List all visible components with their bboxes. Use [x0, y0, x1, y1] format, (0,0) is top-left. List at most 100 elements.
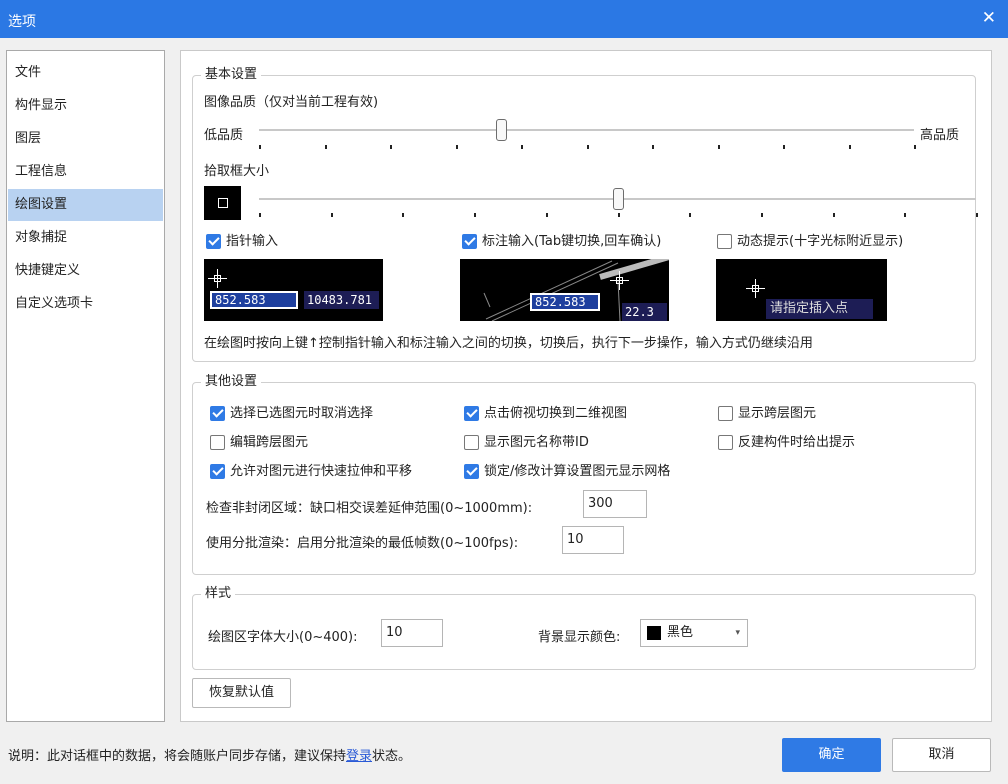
basic-settings-title: 基本设置: [201, 66, 262, 84]
checkbox-box[interactable]: [210, 464, 225, 479]
checkbox-box[interactable]: [464, 435, 479, 450]
nav-item-layer[interactable]: 图层: [8, 123, 163, 155]
checkbox-box[interactable]: [717, 234, 732, 249]
ok-button[interactable]: 确定: [782, 738, 881, 772]
pointer-input-preview: 852.583 10483.781: [204, 259, 383, 321]
bg-color-select[interactable]: 黑色 ▾: [640, 619, 748, 647]
checkbox-box[interactable]: [464, 464, 479, 479]
color-swatch: [647, 626, 661, 640]
bg-color-value: 黑色: [667, 625, 694, 640]
slider-tick: [976, 213, 978, 217]
checkbox-label: 反建构件时给出提示: [738, 435, 856, 450]
chevron-down-icon: ▾: [735, 628, 740, 638]
title-bar: 选项 ✕: [0, 0, 1008, 38]
checkbox-label: 编辑跨层图元: [230, 435, 309, 450]
crosshair-icon: [208, 269, 227, 288]
slider-tick: [848, 145, 851, 149]
other-settings-title: 其他设置: [201, 373, 262, 391]
checkbox-box[interactable]: [210, 435, 225, 450]
gap-range-label: 检查非封闭区域：缺口相交误差延伸范围(0~1000mm):: [206, 501, 533, 516]
slider-tick: [760, 213, 763, 217]
checkbox-label: 锁定/修改计算设置图元显示网格: [484, 464, 671, 479]
footer-note-text: 说明：此对话框中的数据，将会随账户同步存储，建议保持: [8, 749, 347, 764]
slider-tick: [324, 145, 327, 149]
slider-tick: [717, 145, 720, 149]
dim-input-preview: 852.583 22.3: [460, 259, 669, 321]
dynamic-tip-preview: 请指定插入点: [716, 259, 887, 321]
footer-note: 说明：此对话框中的数据，将会随账户同步存储，建议保持登录状态。: [8, 745, 411, 764]
pick-box-thumb[interactable]: [612, 188, 624, 210]
image-quality-track[interactable]: [259, 129, 914, 131]
login-link[interactable]: 登录: [346, 749, 372, 764]
crosshair-icon: [746, 279, 765, 298]
cancel-button[interactable]: 取消: [892, 738, 991, 772]
slider-tick: [689, 213, 692, 217]
options-nav: 文件 构件显示 图层 工程信息 绘图设置 对象捕捉 快捷键定义 自定义选项卡: [6, 50, 165, 722]
image-quality-label: 图像品质（仅对当前工程有效): [204, 95, 379, 110]
footer-note-end: 状态。: [372, 749, 412, 764]
pointer-value-y: 10483.781: [304, 291, 379, 309]
slider-tick: [474, 213, 477, 217]
pointer-value-x: 852.583: [210, 291, 298, 309]
nav-item-snap[interactable]: 对象捕捉: [8, 222, 163, 254]
close-icon[interactable]: ✕: [982, 9, 996, 27]
nav-item-drawing[interactable]: 绘图设置: [8, 189, 163, 221]
dim-value-angle: 22.3: [622, 303, 667, 321]
slider-tick: [545, 213, 548, 217]
settings-panel: 基本设置 图像品质（仅对当前工程有效) 低品质 高品质 拾取框大小 指针输入 标…: [180, 50, 992, 722]
slider-tick: [259, 213, 261, 217]
checkbox-box[interactable]: [462, 234, 477, 249]
slider-tick: [586, 145, 589, 149]
batch-render-input[interactable]: 10: [562, 526, 624, 554]
checkbox-box[interactable]: [718, 406, 733, 421]
checkbox-box[interactable]: [718, 435, 733, 450]
input-switch-hint: 在绘图时按向上键↑控制指针输入和标注输入之间的切换，切换后，执行下一步操作，输入…: [204, 336, 813, 351]
gap-range-input[interactable]: 300: [583, 490, 647, 518]
style-group: 样式 绘图区字体大小(0~400): 10 背景显示颜色: 黑色 ▾: [192, 585, 976, 670]
nav-item-file[interactable]: 文件: [8, 57, 163, 89]
slider-tick: [783, 145, 785, 149]
dim-value-length: 852.583: [530, 293, 600, 311]
slider-tick: [259, 145, 261, 149]
basic-settings-group: 基本设置 图像品质（仅对当前工程有效) 低品质 高品质 拾取框大小 指针输入 标…: [192, 66, 978, 362]
image-quality-thumb[interactable]: [496, 119, 508, 141]
nav-item-shortcut[interactable]: 快捷键定义: [8, 255, 163, 287]
batch-render-label: 使用分批渲染：启用分批渲染的最低帧数(0~100fps):: [206, 536, 519, 551]
slider-tick: [521, 145, 523, 149]
slider-tick: [402, 213, 405, 217]
restore-defaults-button[interactable]: 恢复默认值: [192, 678, 291, 708]
slider-tick: [390, 145, 392, 149]
high-quality-label: 高品质: [920, 128, 960, 143]
font-size-label: 绘图区字体大小(0~400):: [208, 630, 358, 645]
nav-item-component[interactable]: 构件显示: [8, 90, 163, 122]
dynamic-prompt-text: 请指定插入点: [766, 299, 873, 319]
dim-input-label: 标注输入(Tab键切换,回车确认): [482, 234, 662, 249]
checkbox-box[interactable]: [464, 406, 479, 421]
nav-item-custom-tab[interactable]: 自定义选项卡: [8, 288, 163, 320]
slider-tick: [617, 213, 620, 217]
checkbox-box[interactable]: [206, 234, 221, 249]
checkbox-label: 显示图元名称带ID: [484, 435, 589, 450]
other-settings-group: 其他设置 选择已选图元时取消选择 点击俯视切换到二维视图 显示跨层图元 编辑跨层…: [192, 373, 976, 575]
style-title: 样式: [201, 585, 236, 603]
checkbox-label: 允许对图元进行快速拉伸和平移: [230, 464, 413, 479]
slider-tick: [914, 145, 916, 149]
bg-color-label: 背景显示颜色:: [538, 630, 621, 645]
pointer-input-label: 指针输入: [226, 234, 279, 249]
checkbox-label: 显示跨层图元: [738, 406, 817, 421]
slider-tick: [330, 213, 333, 217]
checkbox-label: 选择已选图元时取消选择: [230, 406, 374, 421]
slider-tick: [832, 213, 835, 217]
crosshair-icon: [610, 271, 629, 290]
dynamic-tip-label: 动态提示(十字光标附近显示): [737, 234, 904, 249]
pick-box-label: 拾取框大小: [204, 164, 270, 179]
font-size-input[interactable]: 10: [381, 619, 443, 647]
slider-tick: [455, 145, 458, 149]
pick-box-preview: [204, 186, 241, 220]
checkbox-label: 点击俯视切换到二维视图: [484, 406, 628, 421]
window-title: 选项: [8, 14, 36, 30]
checkbox-box[interactable]: [210, 406, 225, 421]
slider-tick: [904, 213, 907, 217]
low-quality-label: 低品质: [204, 128, 244, 143]
nav-item-project[interactable]: 工程信息: [8, 156, 163, 188]
